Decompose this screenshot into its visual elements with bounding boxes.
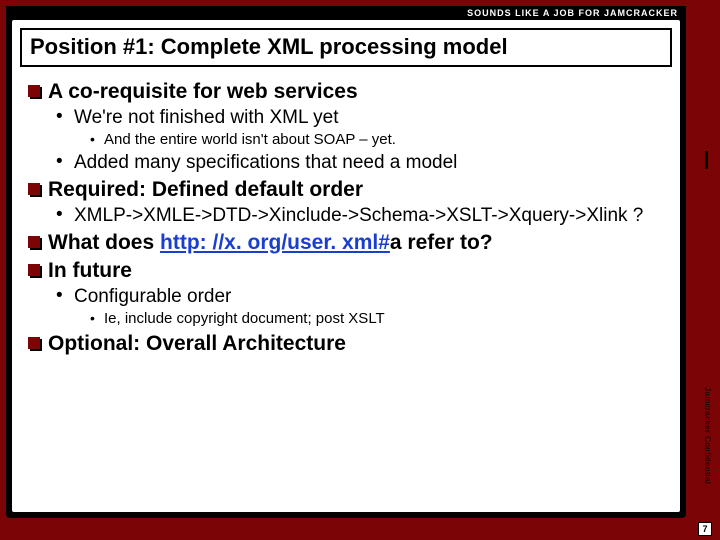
lvl1-text-pre: What does <box>48 231 160 254</box>
lvl2-text: Added many specifications that need a mo… <box>74 152 457 173</box>
lvl2-text: We're not finished with XML yet <box>74 107 338 128</box>
square-bullet-icon <box>28 236 40 248</box>
square-bullet-icon <box>28 337 40 349</box>
lvl2-text: XMLP->XMLE->DTD->Xinclude->Schema->XSLT-… <box>74 205 643 226</box>
bullet-lvl3: And the entire world isn't about SOAP – … <box>90 131 666 150</box>
bullet-lvl3: Ie, include copyright document; post XSL… <box>90 310 666 329</box>
slide-body: A co-requisite for web services We're no… <box>12 75 680 357</box>
brand-logo: jamcracker <box>690 18 716 148</box>
lvl1-text: Required: Defined default order <box>48 178 363 201</box>
lvl1-text: A co-requisite for web services <box>48 80 358 103</box>
lvl3-text: Ie, include copyright document; post XSL… <box>104 310 385 327</box>
content-area: Position #1: Complete XML processing mod… <box>12 20 680 512</box>
confidential-label: Jamcracker Confidential <box>694 387 712 484</box>
right-rail: jamcracker Jamcracker Confidential <box>690 6 716 518</box>
lvl3-text: And the entire world isn't about SOAP – … <box>104 131 396 148</box>
brand-stripe-icon <box>705 151 708 169</box>
square-bullet-icon <box>28 183 40 195</box>
bullet-lvl1: A co-requisite for web services <box>28 79 666 105</box>
bullet-lvl2: Added many specifications that need a mo… <box>56 151 666 175</box>
bullet-lvl2: Configurable order <box>56 285 666 309</box>
square-bullet-icon <box>28 264 40 276</box>
bullet-lvl1: Optional: Overall Architecture <box>28 331 666 357</box>
bullet-lvl2: We're not finished with XML yet <box>56 106 666 130</box>
bullet-lvl1: In future <box>28 258 666 284</box>
lvl1-text: In future <box>48 259 132 282</box>
slide-title: Position #1: Complete XML processing mod… <box>20 28 672 67</box>
square-bullet-icon <box>28 85 40 97</box>
bullet-lvl1: Required: Defined default order <box>28 177 666 203</box>
slide-frame: SOUNDS LIKE A JOB FOR JAMCRACKER Positio… <box>6 6 686 518</box>
bullet-lvl2: XMLP->XMLE->DTD->Xinclude->Schema->XSLT-… <box>56 204 666 228</box>
lvl1-text: Optional: Overall Architecture <box>48 332 346 355</box>
lvl1-text-post: a refer to? <box>390 231 493 254</box>
lvl2-text: Configurable order <box>74 286 231 307</box>
link-text: http: //x. org/user. xml# <box>160 231 390 254</box>
page-number: 7 <box>698 522 712 536</box>
bullet-lvl1: What does http: //x. org/user. xml#a ref… <box>28 230 666 256</box>
top-strip: SOUNDS LIKE A JOB FOR JAMCRACKER <box>6 6 686 20</box>
